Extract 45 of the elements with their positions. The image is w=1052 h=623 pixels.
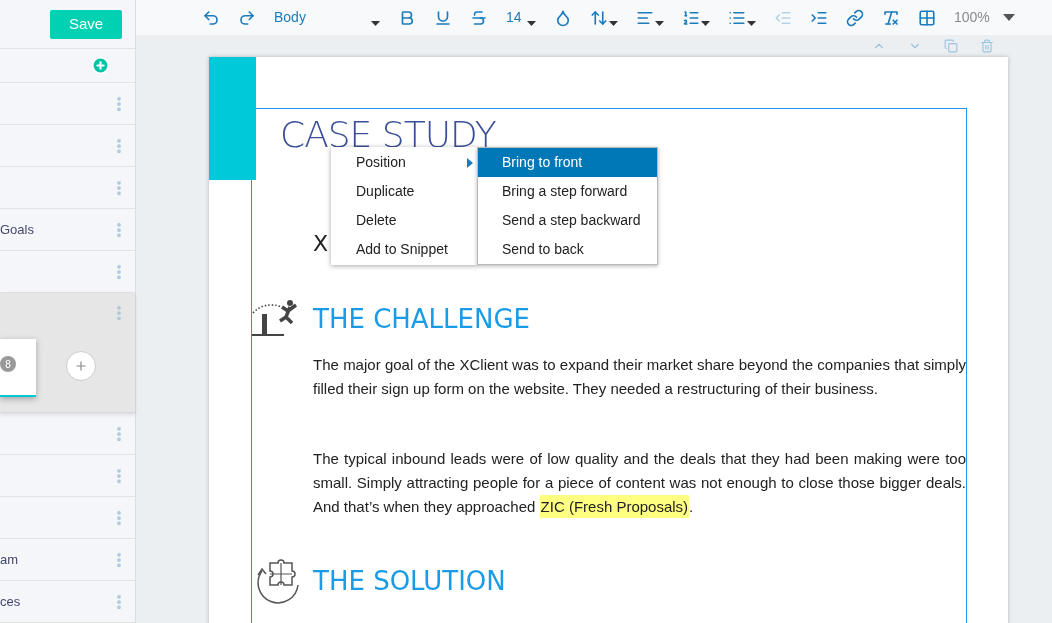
submenu-arrow-icon <box>467 157 473 168</box>
submenu-item[interactable]: Send a step backward <box>478 206 657 235</box>
leaping-figure-icon <box>252 299 300 339</box>
caret-icon <box>527 20 536 26</box>
sidebar-item[interactable]: Goals <box>0 209 135 251</box>
undo-icon[interactable] <box>202 8 220 27</box>
table-icon[interactable] <box>918 8 936 27</box>
numbered-list-icon[interactable] <box>682 8 700 27</box>
clear-format-icon[interactable] <box>882 8 900 27</box>
copy-icon[interactable] <box>944 39 958 53</box>
sidebar-item[interactable]: ces <box>0 581 135 623</box>
plus-icon <box>74 359 88 373</box>
font-size-value[interactable]: 14 <box>506 7 526 28</box>
line-height-icon[interactable] <box>590 8 608 27</box>
paragraph: The typical inbound leads were of low quality and the deals that they had been making were too small. Simply attracting people for a piece of content was not enough to close those bigger deals. And that’s when they approached ZIC (Fresh Proposals). <box>313 447 966 519</box>
droplet-icon[interactable] <box>554 8 572 27</box>
add-icon[interactable] <box>91 56 110 75</box>
underline-icon[interactable] <box>434 8 452 27</box>
sidebar-item-label: am <box>0 550 19 569</box>
section-heading: THE CHALLENGE <box>313 303 531 336</box>
strikethrough-icon[interactable] <box>470 8 488 27</box>
context-menu-item[interactable]: Add to Snippet <box>331 235 477 264</box>
link-icon[interactable] <box>846 8 864 27</box>
page-number-badge: 8 <box>0 356 16 372</box>
caret-icon <box>609 20 618 26</box>
caret-icon[interactable] <box>1003 14 1015 21</box>
context-menu-item[interactable]: Delete <box>331 206 477 235</box>
add-page-button[interactable] <box>66 351 96 381</box>
text-style-value[interactable]: Body <box>274 7 370 28</box>
sidebar-item[interactable]: am <box>0 539 135 581</box>
sidebar-item-label: Goals <box>0 220 34 239</box>
section-heading: THE SOLUTION <box>313 565 506 598</box>
context-menu-item[interactable]: Duplicate <box>331 177 477 206</box>
redo-icon[interactable] <box>238 8 256 27</box>
submenu-item[interactable]: Send to back <box>478 235 657 264</box>
caret-icon <box>371 20 380 26</box>
submenu-item[interactable]: Bring a step forward <box>478 177 657 206</box>
sidebar-item-label: ces <box>0 592 21 611</box>
paragraph: The major goal of the XClient was to expand their market share beyond the companies that simply filled their sign up form on the website. They needed a restructuring of their business. <box>313 355 966 399</box>
subtitle: X <box>313 231 329 257</box>
caret-icon <box>701 20 710 26</box>
trash-icon[interactable] <box>980 39 994 53</box>
caret-icon <box>747 20 756 26</box>
caret-icon <box>655 20 664 26</box>
submenu-item[interactable]: Bring to front <box>478 148 657 177</box>
